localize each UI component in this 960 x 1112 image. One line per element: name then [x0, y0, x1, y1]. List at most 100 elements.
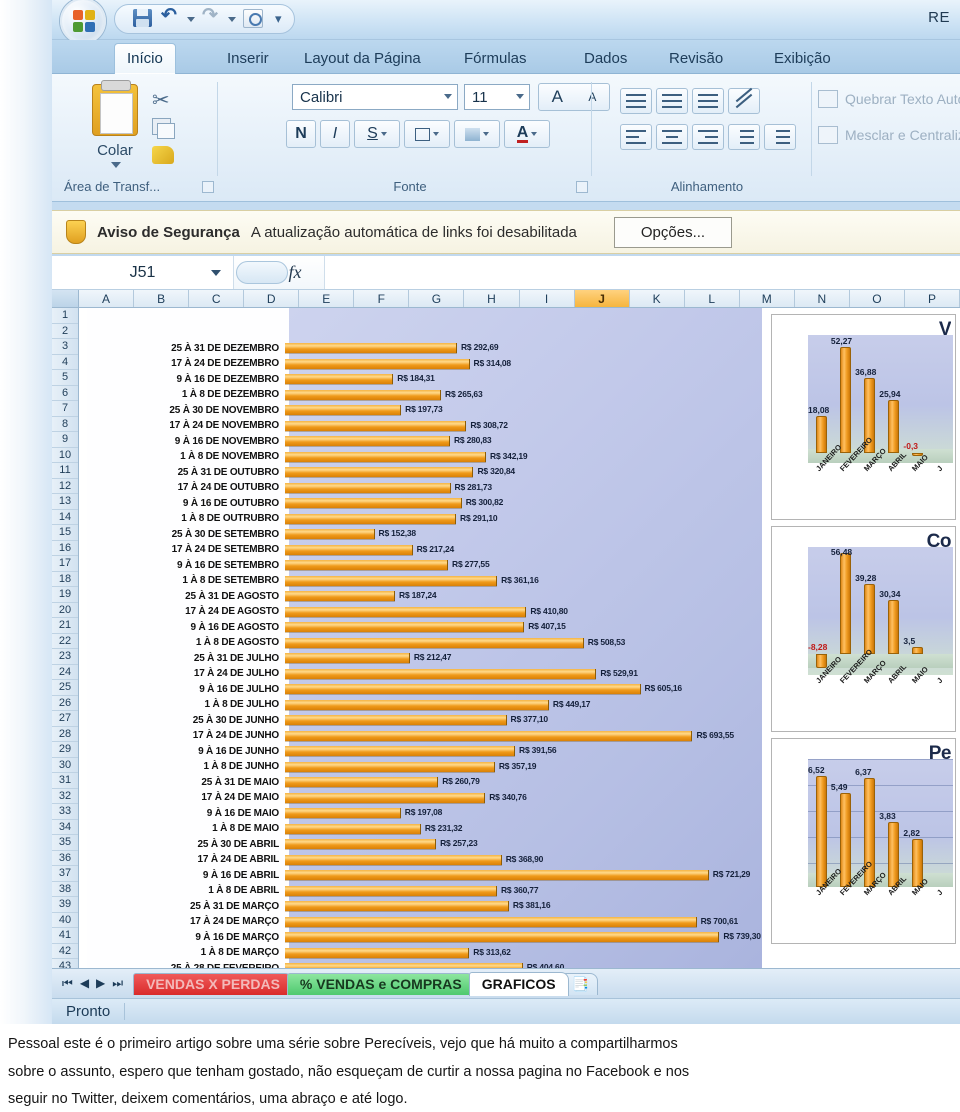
- next-sheet-icon[interactable]: ▶: [96, 976, 105, 991]
- row-header-42[interactable]: 42: [52, 944, 78, 959]
- clipboard-dialog-launcher[interactable]: [202, 181, 214, 193]
- sheet-tab-vendas-x-perdas[interactable]: VENDAS X PERDAS: [133, 972, 293, 995]
- sheet-tab-graficos[interactable]: GRAFICOS: [468, 971, 569, 996]
- cut-icon[interactable]: ✂: [152, 88, 170, 113]
- font-family-select[interactable]: Calibri: [292, 84, 458, 110]
- row-header-23[interactable]: 23: [52, 649, 78, 665]
- column-header-n[interactable]: N: [795, 290, 850, 307]
- column-header-f[interactable]: F: [354, 290, 410, 307]
- last-sheet-icon[interactable]: ⏭: [112, 976, 123, 991]
- row-header-34[interactable]: 34: [52, 820, 78, 835]
- office-button[interactable]: [60, 0, 106, 44]
- row-header-4[interactable]: 4: [52, 355, 78, 370]
- column-header-i[interactable]: I: [520, 290, 575, 307]
- row-header-29[interactable]: 29: [52, 742, 78, 758]
- column-header-o[interactable]: O: [850, 290, 905, 307]
- chart-vendas-mensais[interactable]: V 18,08 52,27 36,88 25,94 -0,3 JANEIRO FEVERE…: [771, 314, 956, 520]
- column-header-c[interactable]: C: [189, 290, 245, 307]
- row-header-24[interactable]: 24: [52, 665, 78, 680]
- row-header-40[interactable]: 40: [52, 913, 78, 928]
- chevron-down-icon[interactable]: [516, 94, 524, 99]
- row-header-19[interactable]: 19: [52, 587, 78, 603]
- row-header-36[interactable]: 36: [52, 851, 78, 866]
- column-header-k[interactable]: K: [630, 290, 685, 307]
- fill-color-button[interactable]: [454, 120, 500, 148]
- row-header-1[interactable]: 1: [52, 308, 78, 324]
- chevron-down-icon[interactable]: [380, 132, 387, 136]
- row-header-22[interactable]: 22: [52, 634, 78, 649]
- decrease-indent-button[interactable]: [728, 124, 760, 150]
- redo-dropdown-icon[interactable]: [228, 16, 236, 22]
- name-box[interactable]: J51: [52, 256, 234, 289]
- merge-center-button[interactable]: Mesclar e Centralizar: [818, 126, 960, 144]
- row-header-18[interactable]: 18: [52, 572, 78, 587]
- tab-formulas[interactable]: Fórmulas: [452, 43, 539, 74]
- font-size-select[interactable]: 11: [464, 84, 530, 110]
- paste-button-label[interactable]: Colar: [78, 142, 152, 159]
- column-header-p[interactable]: P: [905, 290, 960, 307]
- row-header-14[interactable]: 14: [52, 510, 78, 525]
- align-center-button[interactable]: [656, 124, 688, 150]
- row-header-31[interactable]: 31: [52, 773, 78, 789]
- align-top-button[interactable]: [620, 88, 652, 114]
- tab-layout-pagina[interactable]: Layout da Página: [292, 43, 433, 74]
- row-header-17[interactable]: 17: [52, 556, 78, 572]
- copy-icon[interactable]: [152, 118, 175, 139]
- row-header-6[interactable]: 6: [52, 386, 78, 401]
- undo-button[interactable]: [161, 4, 182, 30]
- row-header-9[interactable]: 9: [52, 432, 78, 448]
- row-header-11[interactable]: 11: [52, 463, 78, 479]
- row-header-15[interactable]: 15: [52, 525, 78, 541]
- row-header-41[interactable]: 41: [52, 928, 78, 944]
- print-preview-button[interactable]: [243, 8, 264, 30]
- column-header-l[interactable]: L: [685, 290, 740, 307]
- column-header-m[interactable]: M: [740, 290, 795, 307]
- font-dialog-launcher[interactable]: [576, 181, 588, 193]
- format-painter-icon[interactable]: [152, 146, 174, 164]
- paste-dropdown-icon[interactable]: [111, 162, 121, 168]
- row-header-37[interactable]: 37: [52, 866, 78, 882]
- insert-function-icon[interactable]: fx: [289, 262, 302, 283]
- column-header-j[interactable]: J: [574, 290, 630, 307]
- align-left-button[interactable]: [620, 124, 652, 150]
- column-header-g[interactable]: G: [409, 290, 465, 307]
- row-header-21[interactable]: 21: [52, 618, 78, 634]
- row-header-12[interactable]: 12: [52, 479, 78, 494]
- row-header-28[interactable]: 28: [52, 727, 78, 742]
- tab-revisao[interactable]: Revisão: [657, 43, 735, 74]
- grow-font-button[interactable]: A: [552, 87, 563, 107]
- row-header-16[interactable]: 16: [52, 541, 78, 556]
- row-header-26[interactable]: 26: [52, 696, 78, 711]
- redo-button[interactable]: [202, 4, 223, 30]
- row-header-33[interactable]: 33: [52, 804, 78, 820]
- chevron-down-icon[interactable]: [433, 132, 439, 136]
- align-middle-button[interactable]: [656, 88, 688, 114]
- column-header-d[interactable]: D: [244, 290, 300, 307]
- column-header-a[interactable]: A: [79, 290, 135, 307]
- tab-exibicao[interactable]: Exibição: [762, 43, 843, 74]
- tab-inicio[interactable]: Início: [114, 43, 176, 74]
- underline-button[interactable]: S: [354, 120, 400, 148]
- column-header-b[interactable]: B: [134, 290, 190, 307]
- chevron-down-icon[interactable]: [444, 94, 452, 99]
- row-header-5[interactable]: 5: [52, 370, 78, 386]
- borders-button[interactable]: [404, 120, 450, 148]
- first-sheet-icon[interactable]: ⏮: [62, 976, 73, 991]
- select-all-corner[interactable]: [52, 290, 79, 307]
- increase-indent-button[interactable]: [764, 124, 796, 150]
- worksheet-canvas[interactable]: 25 À 31 DE DEZEMBRO R$ 292,69 17 À 24 DE D…: [79, 308, 960, 968]
- bold-button[interactable]: N: [286, 120, 316, 148]
- column-header-e[interactable]: E: [299, 290, 355, 307]
- chevron-down-icon[interactable]: [483, 132, 489, 136]
- row-header-38[interactable]: 38: [52, 882, 78, 897]
- row-header-20[interactable]: 20: [52, 603, 78, 618]
- security-options-button[interactable]: Opções...: [613, 216, 733, 248]
- prev-sheet-icon[interactable]: ◀: [80, 976, 89, 991]
- italic-button[interactable]: I: [320, 120, 350, 148]
- row-header-8[interactable]: 8: [52, 417, 78, 432]
- row-header-30[interactable]: 30: [52, 758, 78, 773]
- column-header-h[interactable]: H: [464, 290, 520, 307]
- row-header-32[interactable]: 32: [52, 789, 78, 804]
- chevron-down-icon[interactable]: [531, 132, 538, 136]
- chart-vendas-semanais[interactable]: 25 À 31 DE DEZEMBRO R$ 292,69 17 À 24 DE D…: [87, 308, 762, 968]
